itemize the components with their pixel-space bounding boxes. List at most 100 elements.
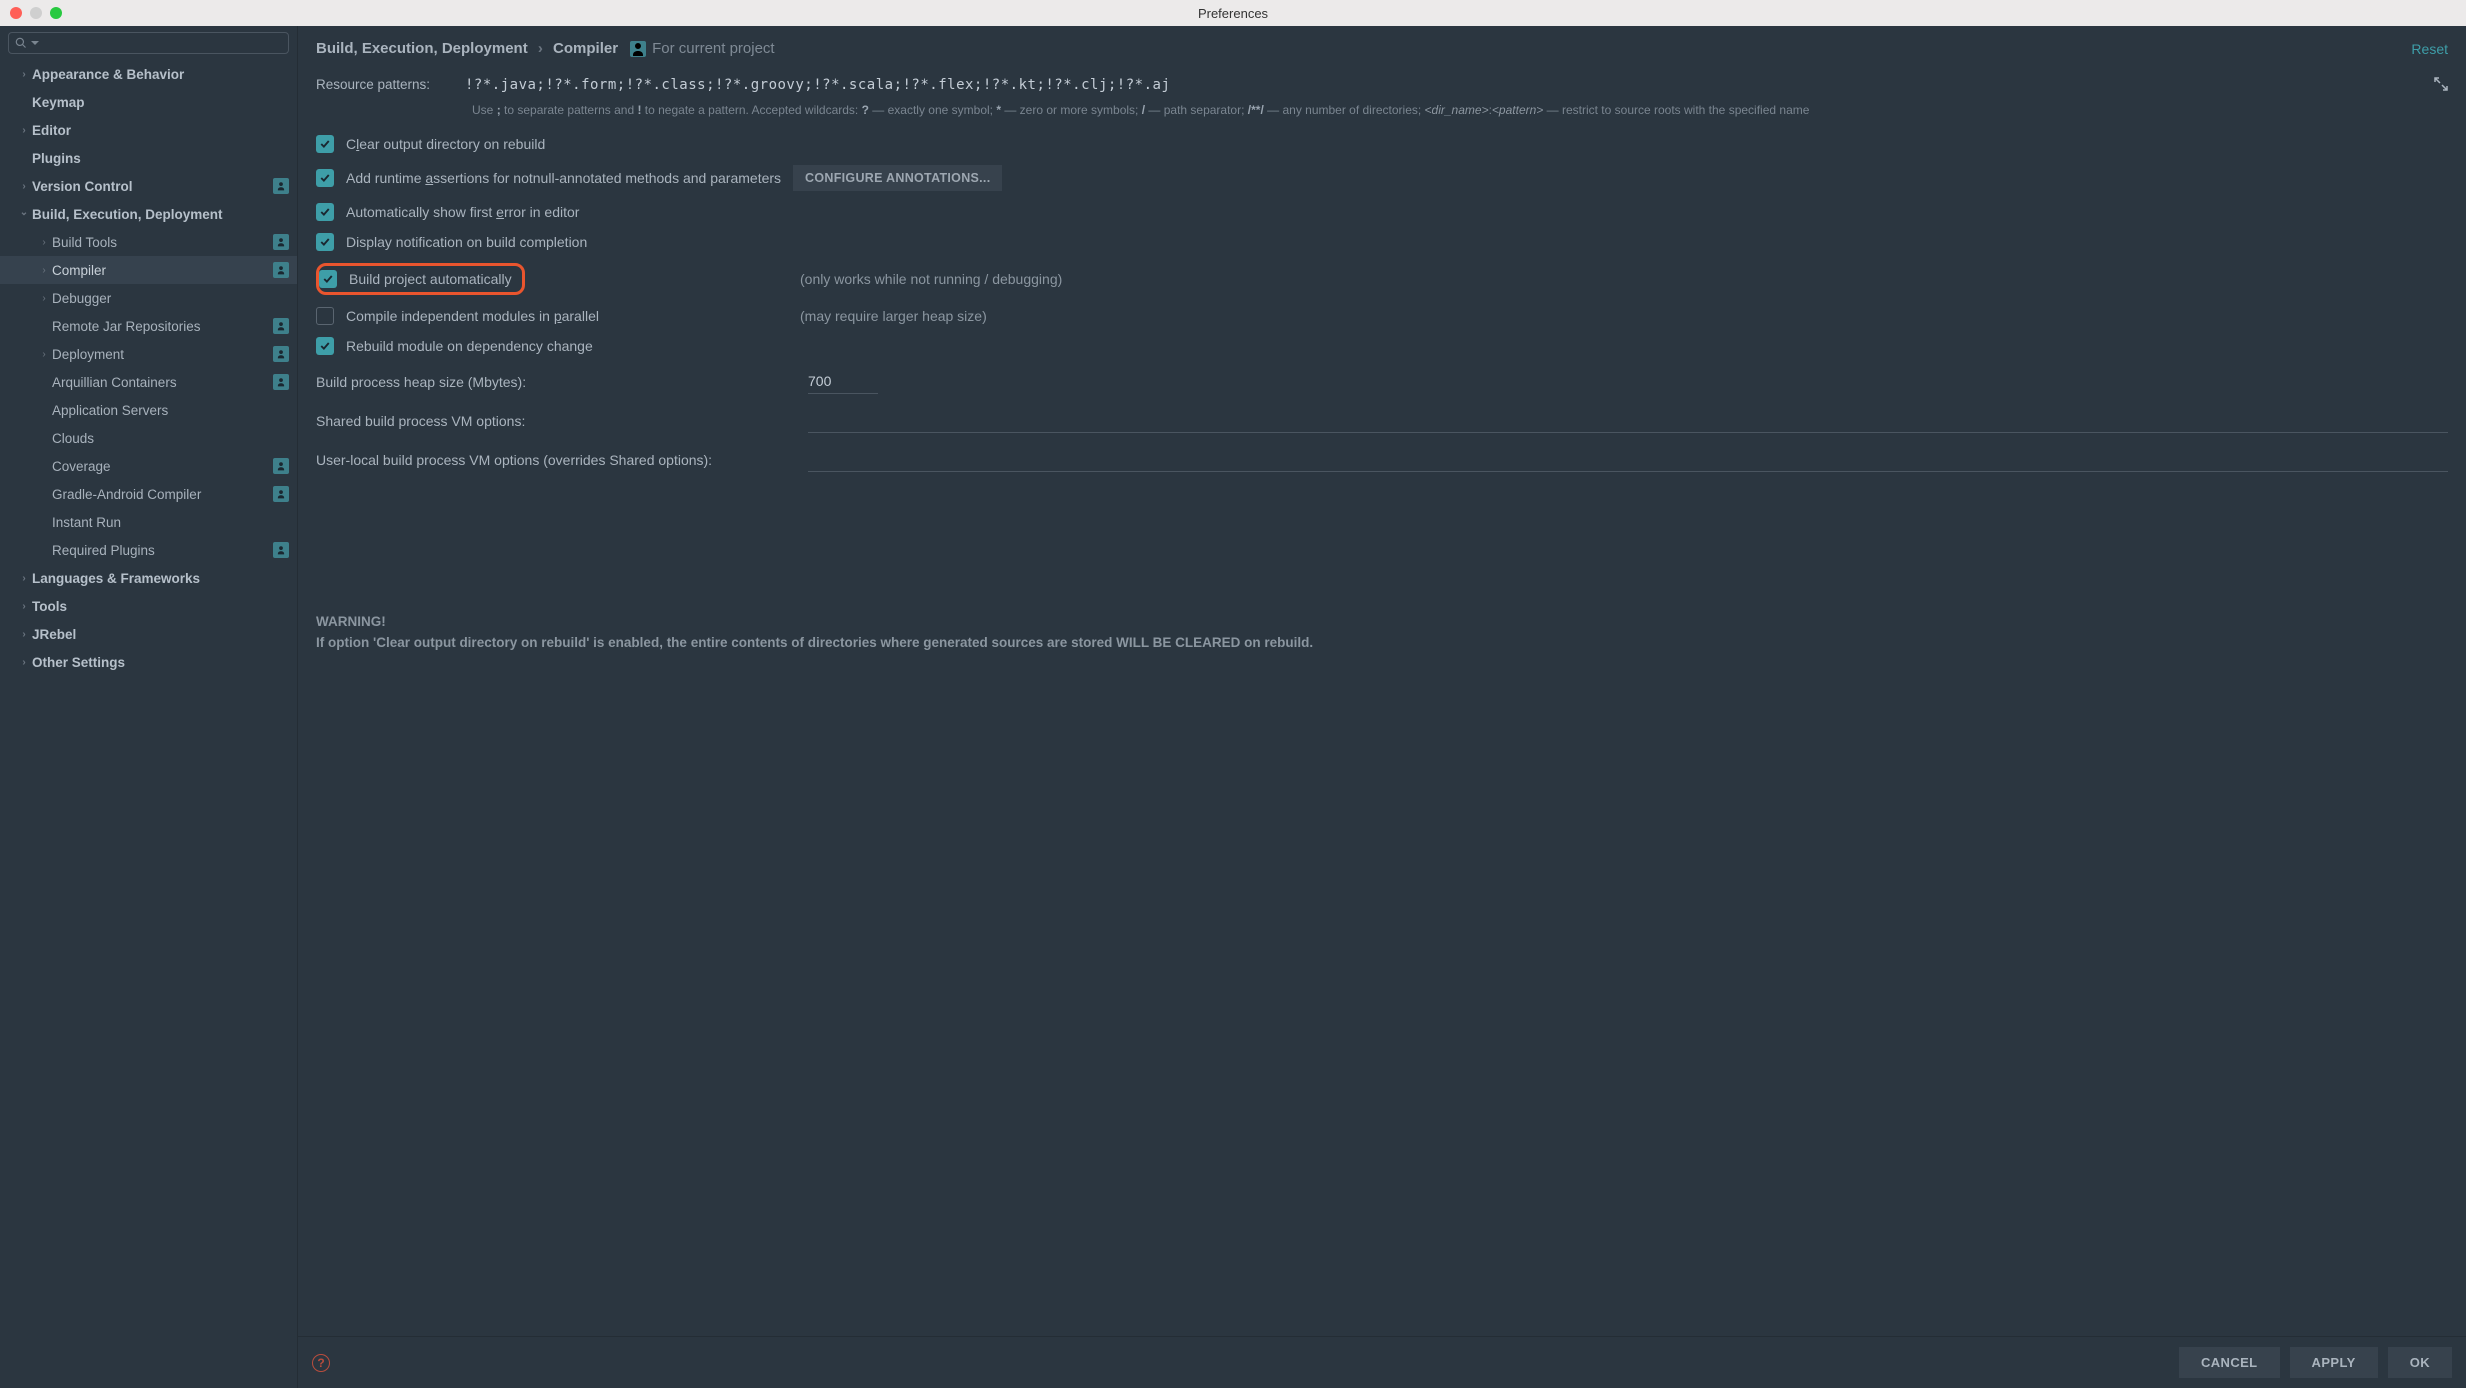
rebuild-dependency-checkbox[interactable] <box>316 337 334 355</box>
sidebar-item-label: JRebel <box>32 627 289 642</box>
project-scope-icon <box>273 458 289 474</box>
sidebar-item-build-tools[interactable]: ›Build Tools <box>0 228 297 256</box>
breadcrumb-part-2: Compiler <box>553 40 618 57</box>
sidebar-item-version-control[interactable]: ›Version Control <box>0 172 297 200</box>
sidebar-item-tools[interactable]: ›Tools <box>0 592 297 620</box>
project-scope-icon <box>273 374 289 390</box>
add-runtime-assertions-checkbox[interactable] <box>316 169 334 187</box>
chevron-right-icon: › <box>36 265 52 276</box>
sidebar-item-label: Debugger <box>52 291 289 306</box>
sidebar-item-label: Remote Jar Repositories <box>52 319 273 334</box>
chevron-right-icon: › <box>16 573 32 584</box>
cancel-button[interactable]: CANCEL <box>2179 1347 2280 1378</box>
sidebar-item-label: Appearance & Behavior <box>32 67 289 82</box>
build-auto-note: (only works while not running / debuggin… <box>800 271 1062 287</box>
configure-annotations-button[interactable]: CONFIGURE ANNOTATIONS... <box>793 165 1002 191</box>
chevron-right-icon: › <box>16 601 32 612</box>
sidebar-item-remote-jar-repositories[interactable]: Remote Jar Repositories <box>0 312 297 340</box>
ok-button[interactable]: OK <box>2388 1347 2452 1378</box>
sidebar-item-label: Build Tools <box>52 235 273 250</box>
sidebar-item-label: Version Control <box>32 179 273 194</box>
sidebar-item-other-settings[interactable]: ›Other Settings <box>0 648 297 676</box>
add-runtime-assertions-label: Add runtime assertions for notnull-annot… <box>346 170 781 186</box>
compile-parallel-row: Compile independent modules in parallel … <box>316 307 2448 325</box>
sidebar-item-coverage[interactable]: Coverage <box>0 452 297 480</box>
user-vm-input[interactable] <box>808 447 2448 472</box>
search-input[interactable] <box>8 32 289 54</box>
chevron-right-icon: › <box>16 125 32 136</box>
sidebar-item-label: Tools <box>32 599 289 614</box>
sidebar-item-label: Build, Execution, Deployment <box>32 207 289 222</box>
user-vm-row: User-local build process VM options (ove… <box>316 447 2448 472</box>
breadcrumb: Build, Execution, Deployment › Compiler <box>316 40 618 57</box>
expand-icon[interactable] <box>2434 77 2448 94</box>
chevron-right-icon: › <box>36 237 52 248</box>
zoom-window-button[interactable] <box>50 7 62 19</box>
sidebar-item-jrebel[interactable]: ›JRebel <box>0 620 297 648</box>
chevron-right-icon: › <box>36 293 52 304</box>
sidebar-item-compiler[interactable]: ›Compiler <box>0 256 297 284</box>
sidebar: ›Appearance & BehaviorKeymap›EditorPlugi… <box>0 26 298 1388</box>
shared-vm-label: Shared build process VM options: <box>316 413 788 429</box>
sidebar-item-debugger[interactable]: ›Debugger <box>0 284 297 312</box>
sidebar-item-deployment[interactable]: ›Deployment <box>0 340 297 368</box>
sidebar-item-required-plugins[interactable]: Required Plugins <box>0 536 297 564</box>
project-scope-icon <box>273 318 289 334</box>
compiler-options: Clear output directory on rebuild Add ru… <box>316 135 2448 355</box>
auto-show-first-error-checkbox[interactable] <box>316 203 334 221</box>
chevron-down-icon <box>31 39 39 47</box>
project-icon <box>630 41 646 57</box>
sidebar-item-languages-frameworks[interactable]: ›Languages & Frameworks <box>0 564 297 592</box>
build-auto-checkbox[interactable] <box>319 270 337 288</box>
project-scope-icon <box>273 486 289 502</box>
clear-output-checkbox[interactable] <box>316 135 334 153</box>
reset-link[interactable]: Reset <box>2411 41 2448 57</box>
sidebar-item-arquillian-containers[interactable]: Arquillian Containers <box>0 368 297 396</box>
project-scope-icon <box>273 346 289 362</box>
header: Build, Execution, Deployment › Compiler … <box>316 40 2448 57</box>
dialog-footer: ? CANCEL APPLY OK <box>298 1336 2466 1388</box>
resource-patterns-value[interactable]: !?*.java;!?*.form;!?*.class;!?*.groovy;!… <box>465 77 1170 93</box>
compile-parallel-checkbox[interactable] <box>316 307 334 325</box>
breadcrumb-separator: › <box>532 40 549 57</box>
sidebar-item-label: Editor <box>32 123 289 138</box>
shared-vm-row: Shared build process VM options: <box>316 408 2448 433</box>
sidebar-item-label: Gradle-Android Compiler <box>52 487 273 502</box>
compile-parallel-label: Compile independent modules in parallel <box>346 308 599 324</box>
add-runtime-assertions-row: Add runtime assertions for notnull-annot… <box>316 165 2448 191</box>
compile-parallel-note: (may require larger heap size) <box>800 308 987 324</box>
apply-button[interactable]: APPLY <box>2290 1347 2378 1378</box>
build-auto-highlight: Build project automatically <box>316 263 525 295</box>
sidebar-item-label: Other Settings <box>32 655 289 670</box>
sidebar-item-instant-run[interactable]: Instant Run <box>0 508 297 536</box>
clear-output-label: Clear output directory on rebuild <box>346 136 545 152</box>
sidebar-item-appearance-behavior[interactable]: ›Appearance & Behavior <box>0 60 297 88</box>
sidebar-item-label: Instant Run <box>52 515 289 530</box>
minimize-window-button[interactable] <box>30 7 42 19</box>
warning-block: WARNING! If option 'Clear output directo… <box>316 612 2448 653</box>
display-notification-label: Display notification on build completion <box>346 234 587 250</box>
help-button[interactable]: ? <box>312 1354 330 1372</box>
sidebar-item-gradle-android-compiler[interactable]: Gradle-Android Compiler <box>0 480 297 508</box>
sidebar-item-application-servers[interactable]: Application Servers <box>0 396 297 424</box>
sidebar-item-build-execution-deployment[interactable]: ⌄Build, Execution, Deployment <box>0 200 297 228</box>
sidebar-item-clouds[interactable]: Clouds <box>0 424 297 452</box>
content: Build, Execution, Deployment › Compiler … <box>298 26 2466 1336</box>
sidebar-item-editor[interactable]: ›Editor <box>0 116 297 144</box>
chevron-right-icon: › <box>36 349 52 360</box>
build-auto-row: Build project automatically (only works … <box>316 263 2448 295</box>
shared-vm-input[interactable] <box>808 408 2448 433</box>
chevron-right-icon: › <box>16 181 32 192</box>
display-notification-checkbox[interactable] <box>316 233 334 251</box>
preferences-window: Preferences ›Appearance & BehaviorKeymap… <box>0 0 2466 1388</box>
sidebar-item-label: Languages & Frameworks <box>32 571 289 586</box>
chevron-right-icon: › <box>16 69 32 80</box>
chevron-right-icon: › <box>16 657 32 668</box>
window-title: Preferences <box>0 6 2466 21</box>
resource-patterns-label: Resource patterns: <box>316 77 451 92</box>
sidebar-item-plugins[interactable]: Plugins <box>0 144 297 172</box>
heap-size-input[interactable] <box>808 369 878 394</box>
breadcrumb-part-1: Build, Execution, Deployment <box>316 40 528 57</box>
close-window-button[interactable] <box>10 7 22 19</box>
sidebar-item-keymap[interactable]: Keymap <box>0 88 297 116</box>
